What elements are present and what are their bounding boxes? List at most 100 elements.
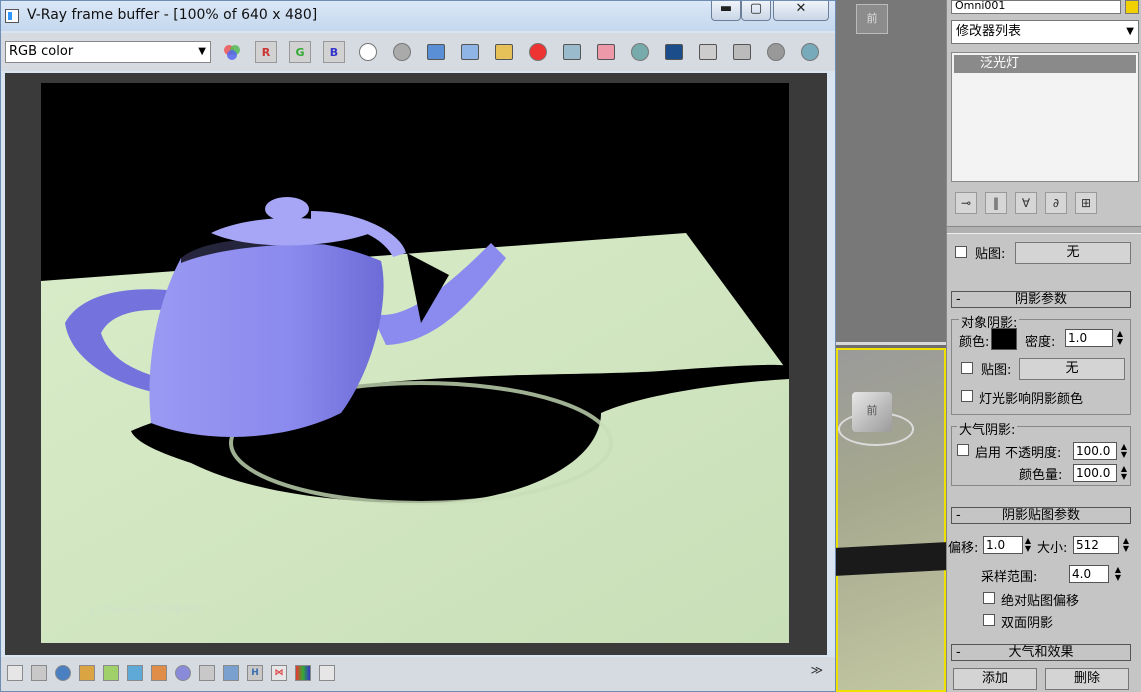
stop-render-icon[interactable] <box>765 41 787 63</box>
save-image-icon[interactable] <box>425 41 447 63</box>
save-all-icon[interactable] <box>459 41 481 63</box>
configure-sets-icon[interactable]: ⊞ <box>1075 192 1097 214</box>
green-channel-button[interactable]: G <box>289 41 311 63</box>
light-affects-shadow-checkbox[interactable] <box>961 390 973 402</box>
viewport-shadow <box>836 542 946 576</box>
atmos-effects-rollout[interactable]: - 大气和效果 <box>951 644 1131 661</box>
histogram-icon[interactable] <box>127 665 143 681</box>
opacity-spinner[interactable]: ▲ ▼ <box>1119 443 1129 461</box>
light-affects-shadow-label: 灯光影响阴影颜色 <box>979 392 1084 407</box>
add-effect-button[interactable]: 添加 <box>953 668 1037 690</box>
minimize-button[interactable]: ▬ <box>711 1 741 21</box>
region-render-icon[interactable] <box>697 41 719 63</box>
link-region-icon[interactable] <box>663 41 685 63</box>
bias-spinner[interactable]: ▲ ▼ <box>1023 537 1033 555</box>
render-teapot-icon[interactable] <box>629 41 651 63</box>
shadow-params-rollout[interactable]: - 阴影参数 <box>951 291 1131 308</box>
object-name-field[interactable]: Omni001 <box>951 0 1121 14</box>
color-amount-spinner[interactable]: ▲ ▼ <box>1119 465 1129 483</box>
delete-effect-button[interactable]: 删除 <box>1045 668 1129 690</box>
color-balance-icon[interactable] <box>151 665 167 681</box>
modifier-stack-item[interactable]: 泛光灯 <box>954 55 1136 73</box>
stack-toolbar: ⊸ ‖ ∀ ∂ ⊞ <box>951 190 1139 216</box>
blue-channel-button[interactable]: B <box>323 41 345 63</box>
red-channel-button[interactable]: R <box>255 41 277 63</box>
exposure-icon[interactable] <box>199 665 215 681</box>
pin-stack-icon[interactable]: ⊸ <box>955 192 977 214</box>
green-channel-label: G <box>295 45 305 59</box>
density-input[interactable]: 1.0 <box>1065 329 1113 347</box>
track-mouse-icon[interactable] <box>595 41 617 63</box>
size-input[interactable]: 512 <box>1073 536 1119 554</box>
monochrome-icon[interactable] <box>391 41 413 63</box>
color-amount-input[interactable]: 100.0 <box>1073 464 1117 482</box>
view-cube-top[interactable]: 前 <box>856 4 888 34</box>
pixel-info-icon[interactable] <box>31 665 47 681</box>
levels-icon[interactable] <box>79 665 95 681</box>
collapse-icon: - <box>956 508 961 523</box>
make-unique-icon[interactable]: ∀ <box>1015 192 1037 214</box>
close-button[interactable]: ✕ <box>773 1 829 21</box>
density-spinner[interactable]: ▲ ▼ <box>1115 330 1125 348</box>
video-watermark: 11796406 正在观看视频 <box>89 605 204 616</box>
absolute-bias-label: 绝对贴图偏移 <box>1001 594 1080 609</box>
channel-dropdown[interactable]: RGB color ▼ <box>5 41 211 63</box>
two-sided-shadow-checkbox[interactable] <box>983 614 995 626</box>
shadow-color-swatch[interactable] <box>991 328 1017 350</box>
chevron-double-down-icon[interactable]: ≫ <box>810 663 823 677</box>
atmos-enable-label: 启用 <box>975 446 1002 461</box>
map-checkbox[interactable] <box>955 246 967 258</box>
bias-label: 偏移: <box>948 541 979 556</box>
channel-value: RGB color <box>9 44 74 59</box>
vfb-toolbar: RGB color ▼ R G B <box>1 33 835 71</box>
opacity-input[interactable]: 100.0 <box>1073 442 1117 460</box>
opacity-label: 不透明度: <box>1005 446 1062 461</box>
clear-image-icon[interactable] <box>527 41 549 63</box>
duplicate-to-max-icon[interactable] <box>561 41 583 63</box>
size-label: 大小: <box>1037 541 1068 556</box>
remove-modifier-icon[interactable]: ∂ <box>1045 192 1067 214</box>
sample-range-spinner[interactable]: ▲ ▼ <box>1113 566 1123 584</box>
atmos-effects-title: 大气和效果 <box>1008 645 1074 660</box>
atmos-enable-checkbox[interactable] <box>957 444 969 456</box>
bias-input[interactable]: 1.0 <box>983 536 1023 554</box>
object-color-swatch[interactable] <box>1125 0 1139 14</box>
window-title: V-Ray frame buffer - [100% of 640 x 480] <box>27 7 318 23</box>
absolute-bias-checkbox[interactable] <box>983 592 995 604</box>
curve-icon[interactable] <box>103 665 119 681</box>
compare-icon[interactable]: ⋈ <box>271 665 287 681</box>
lut-icon[interactable] <box>223 665 239 681</box>
sample-range-input[interactable]: 4.0 <box>1069 565 1109 583</box>
maximize-button[interactable]: ▢ <box>741 1 771 21</box>
shadow-color-label: 颜色: <box>959 335 990 350</box>
open-folder-icon[interactable] <box>493 41 515 63</box>
modifier-list-dropdown[interactable]: 修改器列表 ▼ <box>951 20 1139 44</box>
blue-channel-label: B <box>329 45 339 59</box>
view-cube-perspective[interactable]: 前 <box>852 392 892 432</box>
shadow-map-params-title: 阴影贴图参数 <box>1001 508 1080 523</box>
history-icon[interactable] <box>731 41 753 63</box>
density-label: 密度: <box>1025 335 1056 350</box>
title-bar[interactable]: V-Ray frame buffer - [100% of 640 x 480]… <box>1 1 835 31</box>
alpha-white-icon[interactable] <box>357 41 379 63</box>
render-image[interactable]: 11796406 正在观看视频 <box>41 83 789 643</box>
size-spinner[interactable]: ▲ ▼ <box>1121 537 1131 555</box>
color-channels-icon[interactable] <box>221 41 243 63</box>
shadow-map-params-rollout[interactable]: - 阴影贴图参数 <box>951 507 1131 524</box>
render-area[interactable]: 11796406 正在观看视频 <box>5 73 827 655</box>
panel-divider <box>947 226 1141 234</box>
shadow-map-none-button[interactable]: 无 <box>1019 358 1125 380</box>
top-viewport[interactable] <box>836 0 946 345</box>
info-icon[interactable] <box>55 665 71 681</box>
map-none-button[interactable]: 无 <box>1015 242 1131 264</box>
red-channel-label: R <box>261 45 271 59</box>
rgb-icon[interactable] <box>295 665 311 681</box>
overlay-icon[interactable] <box>319 665 335 681</box>
lens-effects-icon[interactable] <box>175 665 191 681</box>
render-icon[interactable] <box>799 41 821 63</box>
shadow-map-checkbox[interactable] <box>961 362 973 374</box>
show-end-result-icon[interactable]: ‖ <box>985 192 1007 214</box>
show-corrections-icon[interactable] <box>7 665 23 681</box>
h-flip-icon[interactable]: H <box>247 665 263 681</box>
modifier-stack[interactable]: 泛光灯 <box>951 52 1139 182</box>
